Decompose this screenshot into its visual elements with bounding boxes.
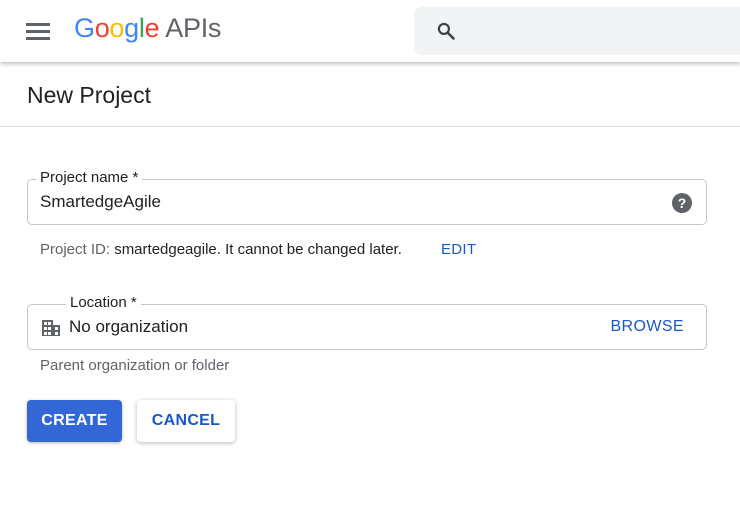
help-icon[interactable]: ?	[672, 193, 692, 213]
project-name-field[interactable]: Project name * SmartedgeAgile ?	[27, 169, 707, 225]
page-header: New Project	[0, 62, 740, 127]
google-apis-logo[interactable]: Google APIs	[74, 13, 221, 44]
edit-project-id-link[interactable]: EDIT	[441, 241, 476, 258]
search-bar[interactable]	[414, 7, 740, 55]
location-label: Location *	[66, 294, 141, 311]
location-hint: Parent organization or folder	[40, 357, 230, 374]
cancel-button[interactable]: CANCEL	[137, 400, 235, 442]
project-id-prefix: Project ID:	[40, 241, 115, 258]
building-icon	[42, 320, 60, 336]
browse-button[interactable]: BROWSE	[610, 318, 684, 336]
hamburger-menu-icon[interactable]	[20, 15, 56, 47]
project-name-input[interactable]: SmartedgeAgile	[40, 192, 161, 212]
project-id-value: smartedgeagile	[114, 241, 217, 258]
page-title: New Project	[27, 82, 151, 108]
project-name-label: Project name *	[36, 169, 143, 186]
top-app-bar: Google APIs	[0, 0, 740, 62]
project-id-hint: Project ID: smartedgeagile. It cannot be…	[40, 241, 402, 258]
search-icon[interactable]	[436, 21, 456, 41]
project-id-suffix: . It cannot be changed later.	[216, 241, 402, 258]
location-value: No organization	[69, 317, 189, 336]
logo-apis-text: APIs	[165, 13, 222, 43]
logo-google-text: Google	[74, 13, 160, 43]
create-button[interactable]: CREATE	[27, 400, 122, 442]
location-field[interactable]: Location * No organization BROWSE	[27, 294, 707, 350]
